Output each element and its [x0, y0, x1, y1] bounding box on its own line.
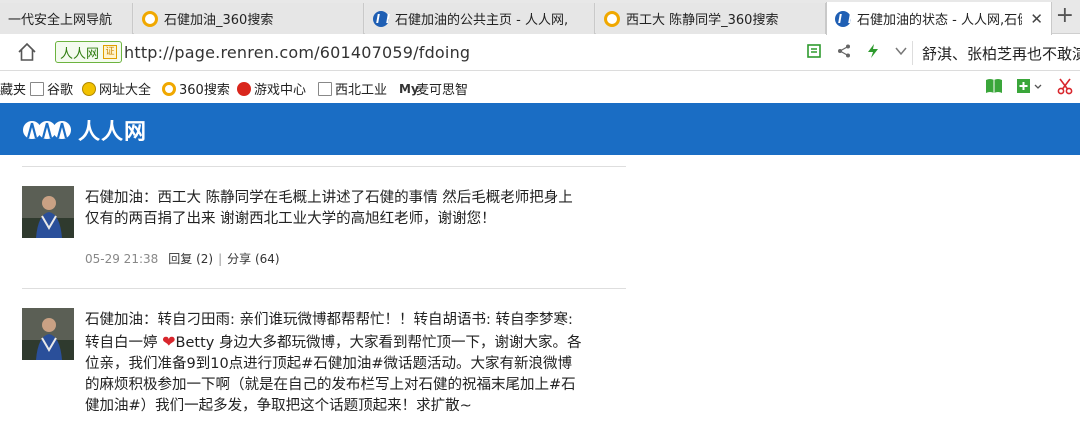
- bookmark-games[interactable]: 游戏中心: [237, 79, 306, 98]
- tab-360-search[interactable]: 石健加油_360搜索: [134, 3, 364, 34]
- reply-link[interactable]: 回复 (2): [168, 250, 213, 267]
- tab-bar: 一代安全上网导航 石健加油_360搜索 石健加油的公共主页 - 人人网, 西工大…: [0, 0, 1080, 35]
- tab-nav[interactable]: 一代安全上网导航: [0, 3, 133, 34]
- doc-icon: [318, 81, 332, 96]
- lightning-icon[interactable]: [866, 43, 880, 59]
- bookmark-label: 游戏中心: [254, 83, 307, 98]
- home-icon[interactable]: [16, 41, 38, 63]
- post-text: 石健加油：转自刁田雨: 亲们谁玩微博都帮帮忙！！转自胡语书: 转自李梦寒: 转自…: [85, 310, 585, 417]
- tab-xgd-search[interactable]: 西工大 陈静同学_360搜索: [596, 3, 826, 34]
- 360-icon: [604, 10, 620, 27]
- separator: [912, 41, 913, 65]
- tab-public-page[interactable]: 石健加油的公共主页 - 人人网,: [365, 3, 595, 34]
- new-tab-button[interactable]: +: [1056, 4, 1074, 28]
- avatar-image: [22, 308, 74, 360]
- feed-divider: [22, 288, 626, 289]
- bookmarks-bar: 藏夹 谷歌 网址大全 360搜索 游戏中心 西北工业 My 麦可思智: [0, 72, 1080, 102]
- bookmark-label: 藏夹: [0, 83, 27, 98]
- chevron-down-icon[interactable]: [894, 44, 908, 58]
- post-meta: 05-29 21:38 回复 (2) | 分享 (64): [85, 250, 280, 267]
- avatar-image: [22, 186, 74, 238]
- certificate-icon: 证: [103, 45, 118, 59]
- share-icon[interactable]: [836, 43, 852, 59]
- post-time: 05-29 21:38: [85, 251, 159, 266]
- bookmark-label: 网址大全: [99, 83, 152, 98]
- address-bar: 人人网 证 http://page.renren.com/601407059/f…: [0, 35, 1080, 71]
- feed-divider: [22, 166, 626, 167]
- avatar[interactable]: [22, 308, 74, 360]
- scissors-icon[interactable]: [1056, 77, 1074, 95]
- globe-icon: [82, 81, 96, 96]
- reader-icon[interactable]: [806, 43, 822, 59]
- share-link[interactable]: 分享 (64): [227, 250, 279, 267]
- bookmark-nwpu[interactable]: 西北工业: [318, 79, 387, 98]
- renren-icon: [835, 10, 851, 27]
- bookmark-label: 麦可思智: [416, 83, 469, 98]
- book-icon[interactable]: [984, 77, 1004, 95]
- tab-label: 西工大 陈静同学_360搜索: [626, 13, 779, 28]
- game-icon: [237, 81, 251, 96]
- bookmark-google[interactable]: 谷歌: [30, 79, 73, 98]
- renren-logo-icon: [23, 121, 71, 139]
- close-icon[interactable]: ✕: [1030, 10, 1043, 28]
- site-badge[interactable]: 人人网 证: [55, 41, 123, 63]
- bookmark-360[interactable]: 360搜索: [162, 79, 230, 98]
- tab-label: 一代安全上网导航: [8, 13, 113, 28]
- bookmark-label: 360搜索: [179, 83, 230, 98]
- tab-label: 石健加油_360搜索: [164, 13, 274, 28]
- post-text: 石健加油：西工大 陈静同学在毛概上讲述了石健的事情 然后毛概老师把身上仅有的两百…: [85, 190, 573, 227]
- doc-icon: [30, 81, 44, 96]
- bookmark-mycos[interactable]: My 麦可思智: [399, 79, 469, 99]
- tab-status-active[interactable]: 石健加油的状态 - 人人网,石健 ✕: [826, 2, 1052, 35]
- feed-post: 石健加油：西工大 陈静同学在毛概上讲述了石健的事情 然后毛概老师把身上仅有的两百…: [22, 186, 626, 276]
- bookmark-directory[interactable]: 网址大全: [82, 79, 151, 98]
- url-field[interactable]: http://page.renren.com/601407059/fdoing: [124, 43, 470, 62]
- site-badge-label: 人人网: [60, 46, 100, 62]
- feed-post: 石健加油：转自刁田雨: 亲们谁玩微博都帮帮忙！！转自胡语书: 转自李梦寒: 转自…: [22, 308, 626, 428]
- bookmark-label: 西北工业: [335, 83, 388, 98]
- 360-icon: [162, 81, 176, 96]
- avatar[interactable]: [22, 186, 74, 238]
- add-bookmark-icon[interactable]: [1016, 77, 1044, 95]
- my-icon: My: [399, 81, 419, 96]
- bookmark-favorites[interactable]: 藏夹: [0, 79, 26, 98]
- site-header: 人人网: [0, 103, 1080, 155]
- logo-text: 人人网: [78, 120, 148, 145]
- tab-label: 石健加油的公共主页 - 人人网,: [395, 13, 569, 28]
- heart-icon: ❤: [162, 332, 176, 351]
- site-logo[interactable]: 人人网: [22, 114, 147, 146]
- bookmark-label: 谷歌: [47, 83, 74, 98]
- tab-label: 石健加油的状态 - 人人网,石健: [857, 13, 1023, 28]
- separator: |: [218, 251, 223, 266]
- news-ticker[interactable]: 舒淇、张柏芝再也不敢演: [922, 43, 1080, 64]
- 360-icon: [142, 10, 158, 27]
- renren-icon: [373, 10, 389, 27]
